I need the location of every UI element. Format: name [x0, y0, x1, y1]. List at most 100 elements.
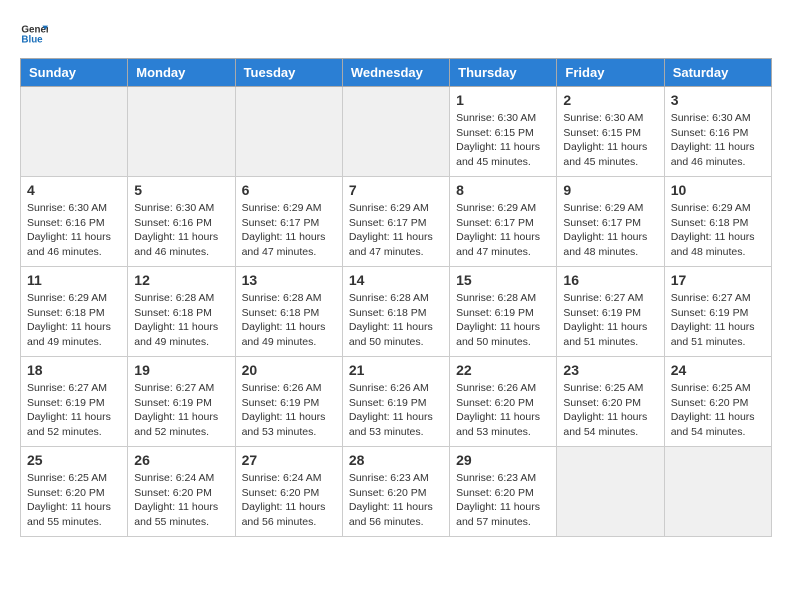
svg-text:Blue: Blue: [21, 34, 43, 45]
cell-info: Sunrise: 6:23 AMSunset: 6:20 PMDaylight:…: [456, 471, 550, 530]
calendar-cell: 7 Sunrise: 6:29 AMSunset: 6:17 PMDaylight…: [342, 177, 449, 267]
calendar-cell: 1 Sunrise: 6:30 AMSunset: 6:15 PMDaylight…: [450, 87, 557, 177]
day-header-sunday: Sunday: [21, 59, 128, 87]
calendar-table: SundayMondayTuesdayWednesdayThursdayFrid…: [20, 58, 772, 537]
day-number: 7: [349, 182, 443, 198]
cell-info: Sunrise: 6:27 AMSunset: 6:19 PMDaylight:…: [134, 381, 228, 440]
cell-info: Sunrise: 6:29 AMSunset: 6:17 PMDaylight:…: [242, 201, 336, 260]
calendar-cell: 11 Sunrise: 6:29 AMSunset: 6:18 PMDayligh…: [21, 267, 128, 357]
calendar-cell: 19 Sunrise: 6:27 AMSunset: 6:19 PMDayligh…: [128, 357, 235, 447]
cell-info: Sunrise: 6:30 AMSunset: 6:16 PMDaylight:…: [27, 201, 121, 260]
calendar-cell: [664, 447, 771, 537]
calendar-cell: 5 Sunrise: 6:30 AMSunset: 6:16 PMDaylight…: [128, 177, 235, 267]
cell-info: Sunrise: 6:25 AMSunset: 6:20 PMDaylight:…: [563, 381, 657, 440]
logo: General Blue: [20, 20, 52, 48]
calendar-cell: 26 Sunrise: 6:24 AMSunset: 6:20 PMDayligh…: [128, 447, 235, 537]
calendar-cell: [21, 87, 128, 177]
calendar-cell: 13 Sunrise: 6:28 AMSunset: 6:18 PMDayligh…: [235, 267, 342, 357]
day-number: 18: [27, 362, 121, 378]
day-number: 11: [27, 272, 121, 288]
day-header-wednesday: Wednesday: [342, 59, 449, 87]
day-number: 13: [242, 272, 336, 288]
cell-info: Sunrise: 6:26 AMSunset: 6:19 PMDaylight:…: [349, 381, 443, 440]
day-number: 28: [349, 452, 443, 468]
cell-info: Sunrise: 6:30 AMSunset: 6:15 PMDaylight:…: [456, 111, 550, 170]
cell-info: Sunrise: 6:28 AMSunset: 6:18 PMDaylight:…: [134, 291, 228, 350]
day-number: 15: [456, 272, 550, 288]
page-header: General Blue: [20, 20, 772, 48]
cell-info: Sunrise: 6:25 AMSunset: 6:20 PMDaylight:…: [671, 381, 765, 440]
cell-info: Sunrise: 6:28 AMSunset: 6:18 PMDaylight:…: [349, 291, 443, 350]
calendar-cell: 23 Sunrise: 6:25 AMSunset: 6:20 PMDayligh…: [557, 357, 664, 447]
cell-info: Sunrise: 6:26 AMSunset: 6:20 PMDaylight:…: [456, 381, 550, 440]
day-number: 29: [456, 452, 550, 468]
calendar-cell: 27 Sunrise: 6:24 AMSunset: 6:20 PMDayligh…: [235, 447, 342, 537]
calendar-cell: [557, 447, 664, 537]
day-number: 26: [134, 452, 228, 468]
cell-info: Sunrise: 6:29 AMSunset: 6:17 PMDaylight:…: [563, 201, 657, 260]
day-header-thursday: Thursday: [450, 59, 557, 87]
cell-info: Sunrise: 6:28 AMSunset: 6:18 PMDaylight:…: [242, 291, 336, 350]
calendar-week-2: 4 Sunrise: 6:30 AMSunset: 6:16 PMDaylight…: [21, 177, 772, 267]
calendar-cell: 2 Sunrise: 6:30 AMSunset: 6:15 PMDaylight…: [557, 87, 664, 177]
cell-info: Sunrise: 6:29 AMSunset: 6:17 PMDaylight:…: [456, 201, 550, 260]
cell-info: Sunrise: 6:29 AMSunset: 6:18 PMDaylight:…: [27, 291, 121, 350]
day-number: 21: [349, 362, 443, 378]
calendar-week-1: 1 Sunrise: 6:30 AMSunset: 6:15 PMDaylight…: [21, 87, 772, 177]
calendar-cell: 17 Sunrise: 6:27 AMSunset: 6:19 PMDayligh…: [664, 267, 771, 357]
day-header-saturday: Saturday: [664, 59, 771, 87]
day-header-monday: Monday: [128, 59, 235, 87]
day-number: 8: [456, 182, 550, 198]
cell-info: Sunrise: 6:24 AMSunset: 6:20 PMDaylight:…: [134, 471, 228, 530]
calendar-cell: 29 Sunrise: 6:23 AMSunset: 6:20 PMDayligh…: [450, 447, 557, 537]
day-number: 27: [242, 452, 336, 468]
day-number: 24: [671, 362, 765, 378]
calendar-cell: 24 Sunrise: 6:25 AMSunset: 6:20 PMDayligh…: [664, 357, 771, 447]
calendar-cell: 20 Sunrise: 6:26 AMSunset: 6:19 PMDayligh…: [235, 357, 342, 447]
cell-info: Sunrise: 6:30 AMSunset: 6:16 PMDaylight:…: [134, 201, 228, 260]
calendar-cell: [128, 87, 235, 177]
cell-info: Sunrise: 6:29 AMSunset: 6:17 PMDaylight:…: [349, 201, 443, 260]
calendar-cell: [342, 87, 449, 177]
calendar-cell: 6 Sunrise: 6:29 AMSunset: 6:17 PMDaylight…: [235, 177, 342, 267]
cell-info: Sunrise: 6:27 AMSunset: 6:19 PMDaylight:…: [563, 291, 657, 350]
calendar-cell: 28 Sunrise: 6:23 AMSunset: 6:20 PMDayligh…: [342, 447, 449, 537]
cell-info: Sunrise: 6:30 AMSunset: 6:15 PMDaylight:…: [563, 111, 657, 170]
day-number: 20: [242, 362, 336, 378]
calendar-cell: 3 Sunrise: 6:30 AMSunset: 6:16 PMDaylight…: [664, 87, 771, 177]
cell-info: Sunrise: 6:25 AMSunset: 6:20 PMDaylight:…: [27, 471, 121, 530]
day-number: 2: [563, 92, 657, 108]
calendar-cell: 14 Sunrise: 6:28 AMSunset: 6:18 PMDayligh…: [342, 267, 449, 357]
day-number: 17: [671, 272, 765, 288]
calendar-cell: 12Sunrise: 6:28 AMSunset: 6:18 PMDayligh…: [128, 267, 235, 357]
calendar-cell: 18 Sunrise: 6:27 AMSunset: 6:19 PMDayligh…: [21, 357, 128, 447]
calendar-week-5: 25Sunrise: 6:25 AMSunset: 6:20 PMDayligh…: [21, 447, 772, 537]
day-number: 22: [456, 362, 550, 378]
day-number: 6: [242, 182, 336, 198]
day-number: 14: [349, 272, 443, 288]
day-number: 1: [456, 92, 550, 108]
calendar-cell: 9 Sunrise: 6:29 AMSunset: 6:17 PMDaylight…: [557, 177, 664, 267]
day-number: 4: [27, 182, 121, 198]
day-header-friday: Friday: [557, 59, 664, 87]
cell-info: Sunrise: 6:27 AMSunset: 6:19 PMDaylight:…: [671, 291, 765, 350]
calendar-cell: 10Sunrise: 6:29 AMSunset: 6:18 PMDayligh…: [664, 177, 771, 267]
cell-info: Sunrise: 6:27 AMSunset: 6:19 PMDaylight:…: [27, 381, 121, 440]
day-number: 10: [671, 182, 765, 198]
day-number: 16: [563, 272, 657, 288]
cell-info: Sunrise: 6:24 AMSunset: 6:20 PMDaylight:…: [242, 471, 336, 530]
cell-info: Sunrise: 6:23 AMSunset: 6:20 PMDaylight:…: [349, 471, 443, 530]
cell-info: Sunrise: 6:30 AMSunset: 6:16 PMDaylight:…: [671, 111, 765, 170]
day-number: 19: [134, 362, 228, 378]
logo-icon: General Blue: [20, 20, 48, 48]
cell-info: Sunrise: 6:28 AMSunset: 6:19 PMDaylight:…: [456, 291, 550, 350]
cell-info: Sunrise: 6:26 AMSunset: 6:19 PMDaylight:…: [242, 381, 336, 440]
calendar-cell: 8 Sunrise: 6:29 AMSunset: 6:17 PMDaylight…: [450, 177, 557, 267]
calendar-week-3: 11 Sunrise: 6:29 AMSunset: 6:18 PMDayligh…: [21, 267, 772, 357]
day-number: 23: [563, 362, 657, 378]
day-number: 3: [671, 92, 765, 108]
day-number: 9: [563, 182, 657, 198]
day-header-tuesday: Tuesday: [235, 59, 342, 87]
day-number: 5: [134, 182, 228, 198]
calendar-cell: 22 Sunrise: 6:26 AMSunset: 6:20 PMDayligh…: [450, 357, 557, 447]
